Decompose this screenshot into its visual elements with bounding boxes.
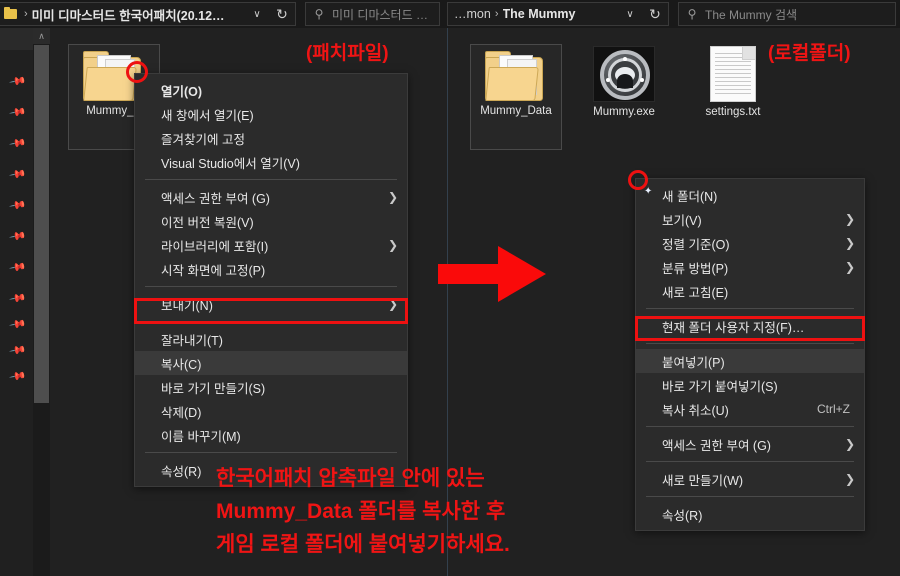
list-item[interactable]: Mummy_Data — [470, 44, 562, 150]
menu-separator — [145, 179, 397, 180]
menu-item-open-with-visual-studio[interactable]: Visual Studio에서 열기(V) — [135, 150, 407, 174]
address-text-left: 미미 디마스터드 한국어패치(20.12… — [31, 8, 225, 23]
address-bar-left[interactable]: › 미미 디마스터드 한국어패치(20.12… ∨ ↻ — [0, 2, 296, 26]
menu-item-new-folder[interactable]: 새 폴더(N) — [636, 183, 864, 207]
menu-item-properties[interactable]: 속성(R) — [636, 502, 864, 526]
menu-item-restore-previous-versions[interactable]: 이전 버전 복원(V) — [135, 209, 407, 233]
menu-separator — [646, 426, 854, 427]
highlight-box-paste — [635, 316, 865, 341]
refresh-icon-right[interactable]: ↻ — [642, 6, 668, 23]
folder-icon — [0, 7, 20, 19]
menu-item-cut[interactable]: 잘라내기(T) — [135, 327, 407, 351]
menu-item-rename[interactable]: 이름 바꾸기(M) — [135, 423, 407, 447]
menu-item-create-shortcut[interactable]: 바로 가기 만들기(S) — [135, 375, 407, 399]
menu-item-refresh[interactable]: 새로 고침(E) — [636, 279, 864, 303]
menu-item-label: 새로 만들기(W) — [662, 473, 744, 488]
menu-item-give-access-to[interactable]: 액세스 권한 부여 (G) ❯ — [135, 185, 407, 209]
top-bar: › 미미 디마스터드 한국어패치(20.12… ∨ ↻ ⚲ 미미 디마스터드 …… — [0, 0, 900, 28]
list-item[interactable]: settings.txt — [687, 44, 779, 118]
menu-item-paste[interactable]: 붙여넣기(P) — [636, 349, 864, 373]
menu-separator — [646, 308, 854, 309]
chevron-right-icon: ❯ — [844, 472, 855, 486]
menu-item-label: 액세스 권한 부여 (G) — [161, 191, 270, 206]
menu-separator — [646, 461, 854, 462]
menu-item-sort-by[interactable]: 정렬 기준(O) ❯ — [636, 231, 864, 255]
menu-item-paste-shortcut[interactable]: 바로 가기 붙여넣기(S) — [636, 373, 864, 397]
breadcrumb-parent[interactable]: …mon — [448, 7, 491, 21]
chevron-right-icon: ❯ — [844, 260, 855, 274]
right-arrow-icon — [438, 238, 548, 315]
search-placeholder-left: 미미 디마스터드 … — [332, 7, 428, 22]
menu-separator — [646, 343, 854, 344]
scrollbar-thumb[interactable] — [34, 45, 49, 403]
list-item-label: settings.txt — [705, 106, 761, 118]
menu-item-label: 복사 취소(U) — [662, 403, 729, 418]
menu-item-group-by[interactable]: 분류 방법(P) ❯ — [636, 255, 864, 279]
menu-item-open[interactable]: 열기(O) — [135, 78, 407, 102]
search-placeholder-right: The Mummy 검색 — [705, 7, 798, 22]
list-item[interactable]: Mummy.exe — [578, 44, 670, 118]
chevron-down-icon[interactable]: ∨ — [245, 9, 269, 20]
menu-separator — [145, 452, 397, 453]
menu-item-give-access-to[interactable]: 액세스 권한 부여 (G) ❯ — [636, 432, 864, 456]
address-text-right: The Mummy — [502, 7, 576, 21]
instruction-line-1: 한국어패치 압축파일 안에 있는 — [216, 467, 485, 490]
menu-item-accelerator: Ctrl+Z — [817, 402, 850, 416]
context-menu-left[interactable]: 열기(O) 새 창에서 열기(E) 즐겨찾기에 고정 Visual Studio… — [134, 73, 408, 487]
menu-item-label: 새 폴더(N) — [662, 189, 718, 204]
menu-separator — [646, 496, 854, 497]
text-file-icon — [710, 46, 756, 102]
new-folder-icon — [642, 188, 657, 203]
list-item-label: Mummy_Data — [480, 105, 552, 117]
scroll-up-icon[interactable]: ∧ — [33, 28, 50, 44]
highlight-circle-left-click-point — [126, 61, 148, 83]
context-menu-right[interactable]: 새 폴더(N) 보기(V) ❯ 정렬 기준(O) ❯ 분류 방법(P) ❯ 새로… — [635, 178, 865, 531]
list-item-label: Mummy.exe — [593, 106, 655, 118]
menu-item-include-in-library[interactable]: 라이브러리에 포함(I) ❯ — [135, 233, 407, 257]
refresh-icon[interactable]: ↻ — [269, 6, 295, 23]
instruction-line-2: Mummy_Data 폴더를 복사한 후 — [216, 500, 506, 523]
menu-item-label: 정렬 기준(O) — [662, 237, 730, 252]
menu-item-pin-to-start[interactable]: 시작 화면에 고정(P) — [135, 257, 407, 281]
folder-icon — [485, 49, 547, 101]
menu-item-undo-copy[interactable]: 복사 취소(U) Ctrl+Z — [636, 397, 864, 421]
chevron-right-icon: ❯ — [844, 437, 855, 451]
breadcrumb-chevron-icon: › — [24, 8, 28, 20]
chevron-down-icon-right[interactable]: ∨ — [618, 9, 642, 20]
address-bar-right[interactable]: …mon › The Mummy ∨ ↻ — [447, 2, 669, 26]
menu-item-label: 라이브러리에 포함(I) — [161, 239, 269, 254]
menu-item-label: 액세스 권한 부여 (G) — [662, 438, 771, 453]
menu-separator — [145, 286, 397, 287]
menu-item-delete[interactable]: 삭제(D) — [135, 399, 407, 423]
chevron-right-icon: ❯ — [387, 190, 398, 204]
annotation-patch-label: (패치파일) — [306, 43, 389, 64]
breadcrumb-chevron-icon-right: › — [494, 8, 499, 20]
menu-item-new[interactable]: 새로 만들기(W) ❯ — [636, 467, 864, 491]
annotation-local-label: (로컬폴더) — [768, 43, 851, 64]
menu-item-label: 보기(V) — [662, 213, 702, 228]
chevron-right-icon: ❯ — [844, 236, 855, 250]
chevron-right-icon: ❯ — [387, 238, 398, 252]
application-icon — [593, 46, 655, 102]
search-icon: ⚲ — [314, 7, 324, 21]
chevron-right-icon: ❯ — [844, 212, 855, 226]
instruction-line-3: 게임 로컬 폴더에 붙여넣기하세요. — [216, 533, 510, 556]
highlight-box-copy — [134, 298, 408, 324]
menu-item-pin-to-quick-access[interactable]: 즐겨찾기에 고정 — [135, 126, 407, 150]
search-input-right[interactable]: ⚲ The Mummy 검색 — [678, 2, 896, 26]
sidebar-header-strip — [0, 28, 33, 50]
search-input-left[interactable]: ⚲ 미미 디마스터드 … — [305, 2, 440, 26]
menu-item-open-new-window[interactable]: 새 창에서 열기(E) — [135, 102, 407, 126]
menu-item-view[interactable]: 보기(V) ❯ — [636, 207, 864, 231]
highlight-circle-right-click-point — [628, 170, 648, 190]
menu-item-label: 분류 방법(P) — [662, 261, 729, 276]
search-icon-right: ⚲ — [687, 7, 697, 21]
screen-root: › 미미 디마스터드 한국어패치(20.12… ∨ ↻ ⚲ 미미 디마스터드 …… — [0, 0, 900, 576]
menu-item-copy[interactable]: 복사(C) — [135, 351, 407, 375]
